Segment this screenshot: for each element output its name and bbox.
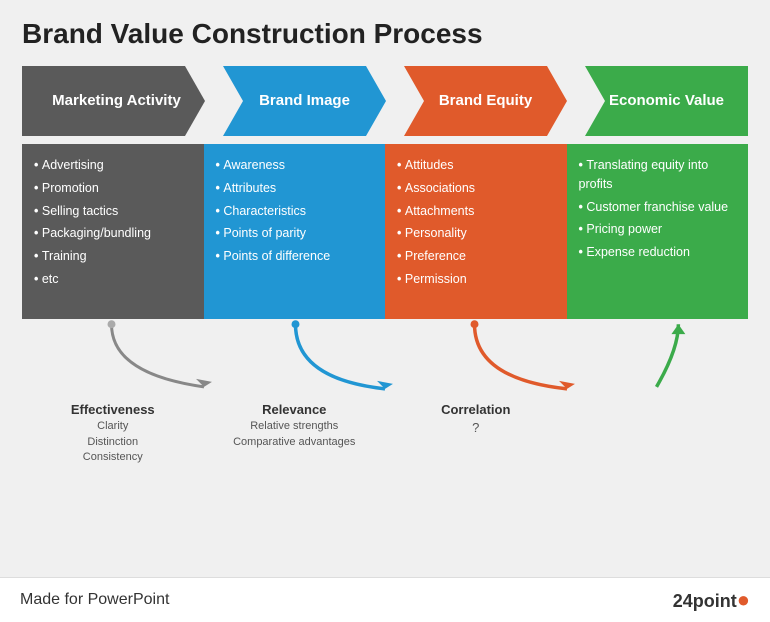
- list-item: Characteristics: [216, 200, 374, 223]
- footer-brand-text: 24point: [673, 591, 737, 611]
- arrows-container: [22, 319, 748, 399]
- list-item: Customer franchise value: [579, 196, 737, 219]
- segment-brand-equity: Brand Equity: [384, 66, 567, 136]
- main-container: Brand Value Construction Process Marketi…: [0, 0, 770, 577]
- arrow-banner-row: Marketing Activity Brand Image Brand Equ…: [22, 66, 748, 136]
- relevance-sub: Relative strengths Comparative advantage…: [208, 419, 382, 450]
- list-item: Promotion: [34, 177, 192, 200]
- list-item: Selling tactics: [34, 200, 192, 223]
- list-item: Advertising: [34, 154, 192, 177]
- brand-image-list: Awareness Attributes Characteristics Poi…: [216, 154, 374, 268]
- list-item: etc: [34, 268, 192, 291]
- list-item: Expense reduction: [579, 241, 737, 264]
- correlation-title: Correlation: [389, 401, 563, 419]
- footer-right-text: 24point●: [673, 587, 750, 613]
- correlation-sub: ?: [389, 419, 563, 437]
- list-item: Translating equity into profits: [579, 154, 737, 196]
- effectiveness-sub: Clarity Distinction Consistency: [26, 419, 200, 465]
- content-box-marketing: Advertising Promotion Selling tactics Pa…: [22, 144, 204, 319]
- marketing-list: Advertising Promotion Selling tactics Pa…: [34, 154, 192, 291]
- content-box-brand-equity: Attitudes Associations Attachments Perso…: [385, 144, 567, 319]
- label-relevance: Relevance Relative strengths Comparative…: [204, 399, 386, 467]
- label-effectiveness: Effectiveness Clarity Distinction Consis…: [22, 399, 204, 467]
- list-item: Awareness: [216, 154, 374, 177]
- economic-value-list: Translating equity into profits Customer…: [579, 154, 737, 264]
- curved-arrows-svg: [22, 319, 748, 399]
- brand-equity-list: Attitudes Associations Attachments Perso…: [397, 154, 555, 291]
- list-item: Pricing power: [579, 218, 737, 241]
- list-item: Preference: [397, 245, 555, 268]
- footer: Made for PowerPoint 24point●: [0, 577, 770, 622]
- list-item: Points of difference: [216, 245, 374, 268]
- seg1-label: Marketing Activity: [38, 92, 189, 110]
- list-item: Personality: [397, 222, 555, 245]
- segment-marketing-activity: Marketing Activity: [22, 66, 205, 136]
- list-item: Attributes: [216, 177, 374, 200]
- effectiveness-title: Effectiveness: [26, 401, 200, 419]
- seg4-label: Economic Value: [581, 92, 732, 110]
- list-item: Points of parity: [216, 222, 374, 245]
- list-item: Training: [34, 245, 192, 268]
- footer-orange-dot: ●: [737, 587, 750, 612]
- list-item: Associations: [397, 177, 555, 200]
- seg2-label: Brand Image: [231, 92, 358, 110]
- relevance-title: Relevance: [208, 401, 382, 419]
- content-box-brand-image: Awareness Attributes Characteristics Poi…: [204, 144, 386, 319]
- seg3-label: Brand Equity: [411, 92, 540, 110]
- label-correlation: Correlation ?: [385, 399, 567, 467]
- label-empty: [567, 399, 749, 467]
- content-box-economic-value: Translating equity into profits Customer…: [567, 144, 749, 319]
- segment-economic-value: Economic Value: [565, 66, 748, 136]
- segment-brand-image: Brand Image: [203, 66, 386, 136]
- page-title: Brand Value Construction Process: [22, 18, 748, 50]
- content-row: Advertising Promotion Selling tactics Pa…: [22, 144, 748, 319]
- footer-left-text: Made for PowerPoint: [20, 591, 169, 609]
- list-item: Attitudes: [397, 154, 555, 177]
- list-item: Packaging/bundling: [34, 222, 192, 245]
- list-item: Attachments: [397, 200, 555, 223]
- list-item: Permission: [397, 268, 555, 291]
- labels-row: Effectiveness Clarity Distinction Consis…: [22, 399, 748, 467]
